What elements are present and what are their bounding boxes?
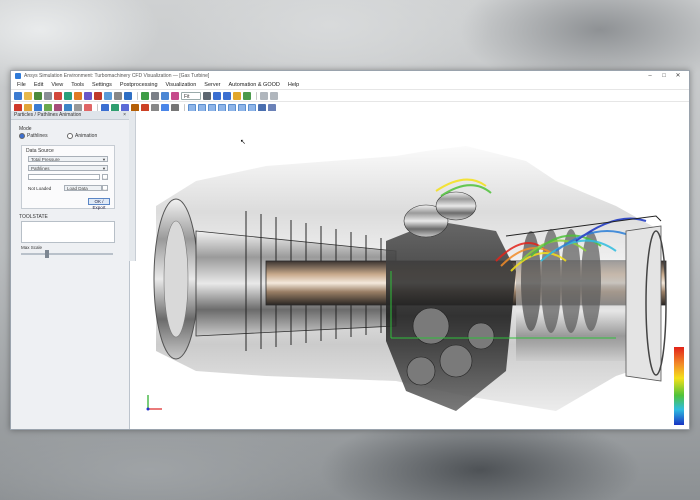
axis-triad-icon [146, 395, 162, 411]
data-source-select[interactable]: Total Pressure ▼ [28, 156, 108, 162]
range-input[interactable] [28, 174, 100, 180]
menu-help[interactable]: Help [284, 82, 303, 88]
menu-bar: File Edit View Tools Settings Postproces… [11, 80, 689, 89]
toolbar-save-icon[interactable] [34, 91, 42, 100]
toolbar-pathline-icon[interactable] [243, 91, 251, 100]
slider-handle[interactable] [45, 250, 49, 258]
panel-header: Particles / Pathlines Animation × [11, 111, 129, 120]
toolbar-geometry-icon[interactable] [74, 91, 82, 100]
toolbar-print-icon[interactable] [44, 91, 52, 100]
gas-turbine-render [153, 146, 667, 411]
menu-server[interactable]: Server [200, 82, 224, 88]
menu-edit[interactable]: Edit [30, 82, 47, 88]
toolbar-new-icon[interactable] [14, 91, 22, 100]
panel-title: Particles / Pathlines Animation [14, 112, 82, 118]
title-bar: Ansys Simulation Environment: Turbomachi… [11, 71, 689, 80]
toolbar-export-image-icon[interactable] [124, 91, 132, 100]
menu-file[interactable]: File [13, 82, 30, 88]
radio-selected-icon[interactable] [19, 133, 25, 139]
ok-export-button[interactable]: OK / Export [88, 198, 110, 210]
notes-textarea[interactable] [21, 221, 115, 243]
variable-value: Pathlines [31, 166, 50, 171]
mouse-cursor-icon: ↖ [240, 139, 246, 146]
panel-close-icon[interactable]: × [123, 112, 126, 118]
toolbar-grid-icon[interactable] [203, 91, 211, 100]
3d-viewport[interactable]: ↖ [136, 111, 689, 429]
radio-pathlines-label: Pathlines [27, 133, 48, 139]
load-data-value: Load Data [67, 186, 88, 191]
radio-unselected-icon[interactable] [67, 133, 73, 139]
range-browse-button[interactable]: … [102, 174, 108, 180]
toolbar-export-icon[interactable] [114, 91, 122, 100]
menu-postprocessing[interactable]: Postprocessing [116, 82, 162, 88]
zoom-dropdown[interactable]: Fit [181, 91, 201, 100]
window-title: Ansys Simulation Environment: Turbomachi… [24, 72, 210, 79]
maximize-button[interactable]: □ [657, 73, 671, 79]
minimize-button[interactable]: – [643, 73, 657, 79]
menu-tools[interactable]: Tools [67, 82, 88, 88]
toolbar-separator [137, 91, 138, 100]
data-source-value: Total Pressure [31, 157, 60, 162]
toolbar-record-icon[interactable] [94, 91, 102, 100]
menu-settings[interactable]: Settings [88, 82, 116, 88]
toolbar-camera-icon[interactable] [84, 91, 92, 100]
inlet-inner-shape [163, 220, 189, 338]
radio-animation-label: Animation [75, 133, 98, 139]
toolbar-zoom-in-icon[interactable] [213, 91, 221, 100]
exhaust-shape [625, 225, 662, 382]
color-legend-bar [674, 347, 684, 425]
scale-slider[interactable] [21, 250, 113, 258]
app-window: Ansys Simulation Environment: Turbomachi… [10, 70, 690, 430]
toolbar-mesh-icon[interactable] [64, 91, 72, 100]
slider-label: Max Scale [21, 245, 43, 250]
radio-animation[interactable]: Animation [67, 133, 97, 139]
data-source-label: Data Source [26, 148, 54, 154]
chevron-down-icon: ▼ [102, 157, 106, 162]
data-source-group: Data Source Total Pressure ▼ Pathlines ▼… [21, 145, 115, 210]
radio-pathlines[interactable]: Pathlines [19, 133, 48, 139]
toolbar-row-1: Fit [11, 89, 689, 101]
toolbar-settings-icon[interactable] [104, 91, 112, 100]
menu-visualization[interactable]: Visualization [162, 82, 201, 88]
load-data-field[interactable]: Load Data [64, 185, 102, 191]
properties-panel: Particles / Pathlines Animation × Mode P… [11, 111, 130, 429]
toolbar-probe-icon[interactable] [171, 91, 179, 100]
toolbar-undo-icon[interactable] [260, 91, 268, 100]
toolbar-redo-icon[interactable] [270, 91, 278, 100]
mode-label: Mode [19, 126, 32, 132]
section-label: TOOLSTATE [19, 214, 48, 220]
load-browse-button[interactable]: … [102, 185, 108, 191]
toolbar-run-icon[interactable] [141, 91, 149, 100]
toolbar-zoom-out-icon[interactable] [223, 91, 231, 100]
variable-select[interactable]: Pathlines ▼ [28, 165, 108, 171]
app-logo-icon [15, 72, 21, 79]
not-loaded-label: Not Loaded [28, 186, 52, 191]
menu-view[interactable]: View [47, 82, 67, 88]
toolbar-step-icon[interactable] [161, 91, 169, 100]
chevron-down-icon: ▼ [102, 166, 106, 171]
menu-automation[interactable]: Automation & GOOD [225, 82, 284, 88]
vertical-tab-strip[interactable] [129, 111, 136, 261]
toolbar-highlight-icon[interactable] [233, 91, 241, 100]
close-button[interactable]: ✕ [671, 72, 685, 79]
toolbar-separator [256, 91, 257, 100]
toolbar-open-icon[interactable] [24, 91, 32, 100]
toolbar-delete-icon[interactable] [54, 91, 62, 100]
toolbar-pause-icon[interactable] [151, 91, 159, 100]
